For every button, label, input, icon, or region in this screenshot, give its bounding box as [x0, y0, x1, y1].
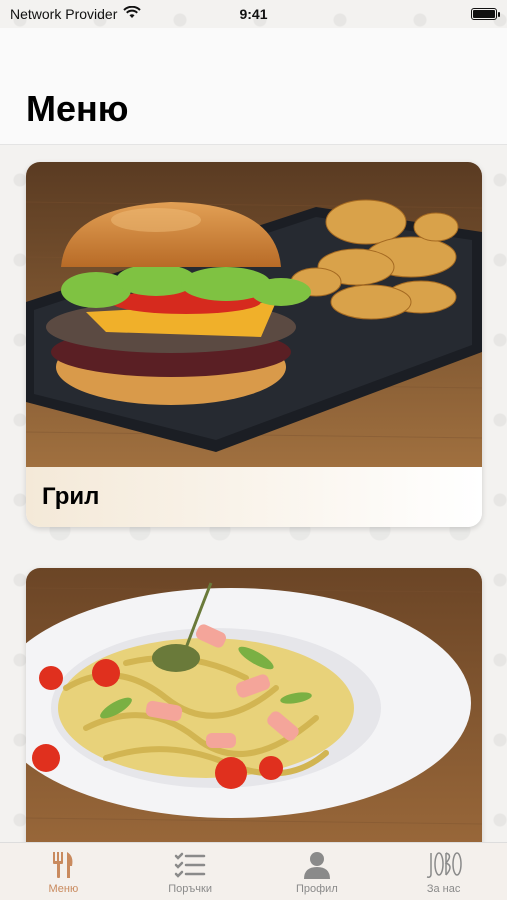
- category-card-grill[interactable]: Грил: [26, 162, 482, 527]
- tab-label-about: За нас: [426, 882, 461, 895]
- category-card-pasta[interactable]: [26, 568, 482, 843]
- person-icon: [299, 849, 335, 881]
- battery-icon: [471, 8, 500, 20]
- tab-label-menu: Меню: [48, 882, 79, 895]
- wifi-icon: [123, 5, 142, 22]
- tab-orders[interactable]: Поръчки: [140, 849, 240, 895]
- clock: 9:41: [239, 6, 268, 22]
- status-bar: Network Provider 9:41: [0, 0, 507, 28]
- category-label-grill: Грил: [42, 483, 100, 510]
- carrier-label: Network Provider: [10, 6, 118, 22]
- checklist-icon: [172, 849, 208, 881]
- pasta-with-salmon-photo: [26, 568, 482, 843]
- burger-with-chips-photo: [26, 162, 482, 467]
- category-caption: Грил: [26, 467, 482, 527]
- menu-list[interactable]: Грил: [0, 144, 507, 843]
- tab-label-profile: Профил: [295, 882, 338, 895]
- fork-knife-icon: [45, 849, 81, 881]
- navigation-header: Меню: [0, 28, 507, 145]
- tab-bar: Меню Поръчки Профил За нас: [0, 842, 507, 900]
- tab-profile[interactable]: Профил: [267, 849, 367, 895]
- tab-menu[interactable]: Меню: [13, 849, 113, 895]
- tab-label-orders: Поръчки: [168, 882, 212, 895]
- jobo-logo-icon: [426, 849, 462, 881]
- tab-about[interactable]: За нас: [394, 849, 494, 895]
- page-title: Меню: [26, 88, 129, 129]
